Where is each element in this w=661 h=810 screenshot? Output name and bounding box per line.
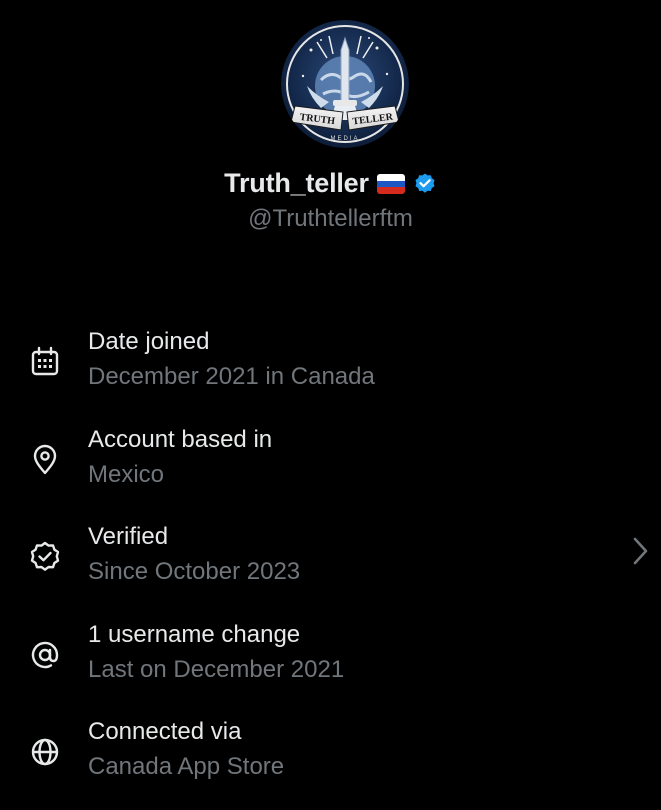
location-pin-icon [25, 440, 65, 480]
account-info-list: Date joined December 2021 in Canada Acco… [0, 322, 661, 810]
display-name: Truth_teller [224, 168, 369, 198]
russia-flag-icon [376, 173, 405, 194]
info-title: Verified [88, 523, 169, 550]
profile-name-row: Truth_teller [0, 168, 661, 199]
globe-icon [25, 732, 65, 772]
profile-handle: @Truthtellerftm [248, 205, 413, 232]
info-row-account-based-in: Account based in Mexico [0, 420, 661, 518]
info-subtitle: December 2021 in Canada [88, 363, 375, 390]
info-subtitle: Canada App Store [88, 753, 285, 780]
info-subtitle: Last on December 2021 [88, 655, 345, 683]
avatar[interactable]: TRUTH TELLER MEDIA [281, 20, 409, 148]
info-title: Account based in [88, 425, 273, 453]
chevron-right-icon[interactable] [627, 533, 653, 569]
verified-badge-icon[interactable] [413, 172, 437, 196]
avatar-logo-image: TRUTH TELLER MEDIA [281, 20, 409, 148]
info-subtitle: Since October 2023 [88, 558, 301, 585]
info-row-date-joined: Date joined December 2021 in Canada [0, 322, 661, 420]
info-row-connected-via: Connected via Canada App Store [0, 712, 661, 810]
info-row-username-change: 1 username change Last on December 2021 [0, 615, 661, 713]
at-sign-icon [25, 635, 65, 675]
info-subtitle: Mexico [88, 460, 165, 488]
avatar-bottom-text: MEDIA [330, 136, 359, 142]
info-title: Date joined [88, 328, 210, 355]
info-title: Connected via [88, 718, 242, 745]
verified-check-icon [25, 537, 65, 577]
calendar-icon [25, 342, 65, 382]
info-row-verified[interactable]: Verified Since October 2023 [0, 517, 661, 615]
info-title: 1 username change [88, 620, 301, 648]
